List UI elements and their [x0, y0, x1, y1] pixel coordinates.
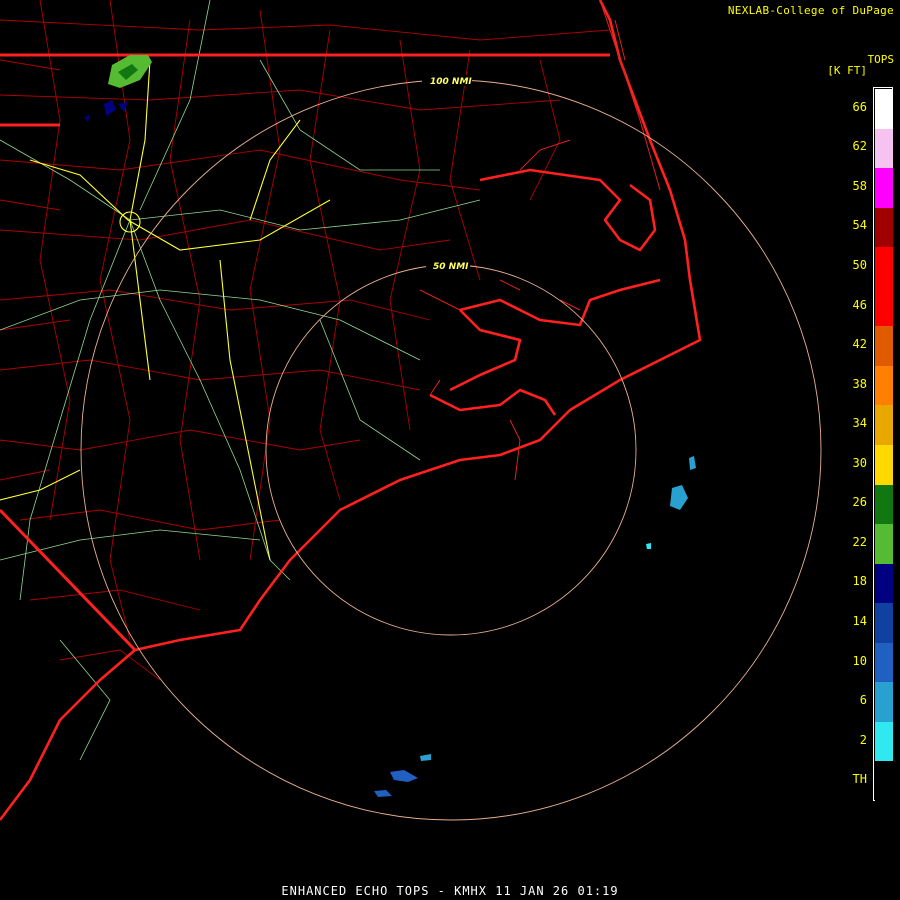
- range-label-100nmi: 100 NMI: [430, 77, 472, 87]
- legend-swatch-58: [875, 168, 893, 208]
- legend-swatch-62: [875, 128, 893, 169]
- echo-offshore-east-c: [646, 543, 651, 549]
- echo-north-navy: [84, 100, 128, 122]
- highways: [0, 0, 481, 761]
- legend-label-6: 6: [859, 693, 867, 708]
- echo-offshore-south-c: [374, 790, 392, 797]
- legend-swatch-50: [875, 247, 893, 287]
- legend-label-14: 14: [852, 614, 867, 628]
- legend-label-26: 26: [852, 495, 867, 510]
- echo-offshore-east-a: [689, 456, 696, 470]
- legend-swatch-14: [875, 603, 893, 643]
- radar-map: 100 NMI 50 NMI: [0, 0, 822, 821]
- range-ring-100nmi: [80, 79, 822, 821]
- legend-swatch-46: [875, 286, 893, 327]
- legend-label-th: TH: [852, 772, 867, 787]
- legend-label-30: 30: [852, 455, 867, 470]
- legend-label-38: 38: [852, 376, 867, 391]
- echo-offshore-south-b: [420, 754, 431, 761]
- legend-label-66: 66: [852, 99, 867, 114]
- legend-swatch-6: [875, 682, 893, 722]
- range-rings: [80, 79, 822, 821]
- legend-swatch-38: [875, 365, 893, 406]
- legend-title-units: [K FT]: [827, 64, 867, 77]
- product-title: ENHANCED ECHO TOPS - KMHX 11 JAN 26 01:1…: [281, 884, 619, 898]
- legend-swatch-th: [875, 761, 893, 801]
- legend-swatch-2: [875, 721, 893, 762]
- legend-swatch-10: [875, 642, 893, 683]
- legend-label-18: 18: [852, 574, 867, 589]
- legend-swatch-66: [875, 89, 893, 129]
- credit-text: NEXLAB-College of DuPage: [727, 4, 894, 17]
- legend-label-22: 22: [852, 534, 867, 549]
- coastline: [0, 0, 702, 821]
- legend-label-2: 2: [859, 732, 867, 747]
- legend-label-54: 54: [852, 218, 867, 233]
- echo-offshore-east-b: [670, 485, 688, 510]
- legend-color-bar: [873, 87, 893, 801]
- range-label-50nmi: 50 NMI: [433, 262, 469, 272]
- legend-label-50: 50: [852, 258, 867, 272]
- legend-swatch-22: [875, 524, 893, 564]
- legend-swatch-42: [875, 326, 893, 366]
- legend-swatch-54: [875, 207, 893, 248]
- legend-title-tops: TOPS: [867, 53, 895, 66]
- legend-label-42: 42: [852, 337, 867, 352]
- legend-label-46: 46: [852, 297, 867, 312]
- legend-swatch-18: [875, 563, 893, 604]
- radar-echoes: [84, 55, 696, 797]
- legend-swatch-26: [875, 484, 893, 525]
- legend-label-34: 34: [852, 416, 867, 431]
- legend-swatch-34: [875, 405, 893, 445]
- legend-label-62: 62: [852, 139, 867, 154]
- state-borders: [0, 53, 610, 652]
- legend-label-10: 10: [852, 653, 867, 668]
- legend-label-58: 58: [852, 178, 867, 193]
- legend-swatch-30: [875, 445, 893, 485]
- echo-offshore-south-a: [390, 770, 418, 782]
